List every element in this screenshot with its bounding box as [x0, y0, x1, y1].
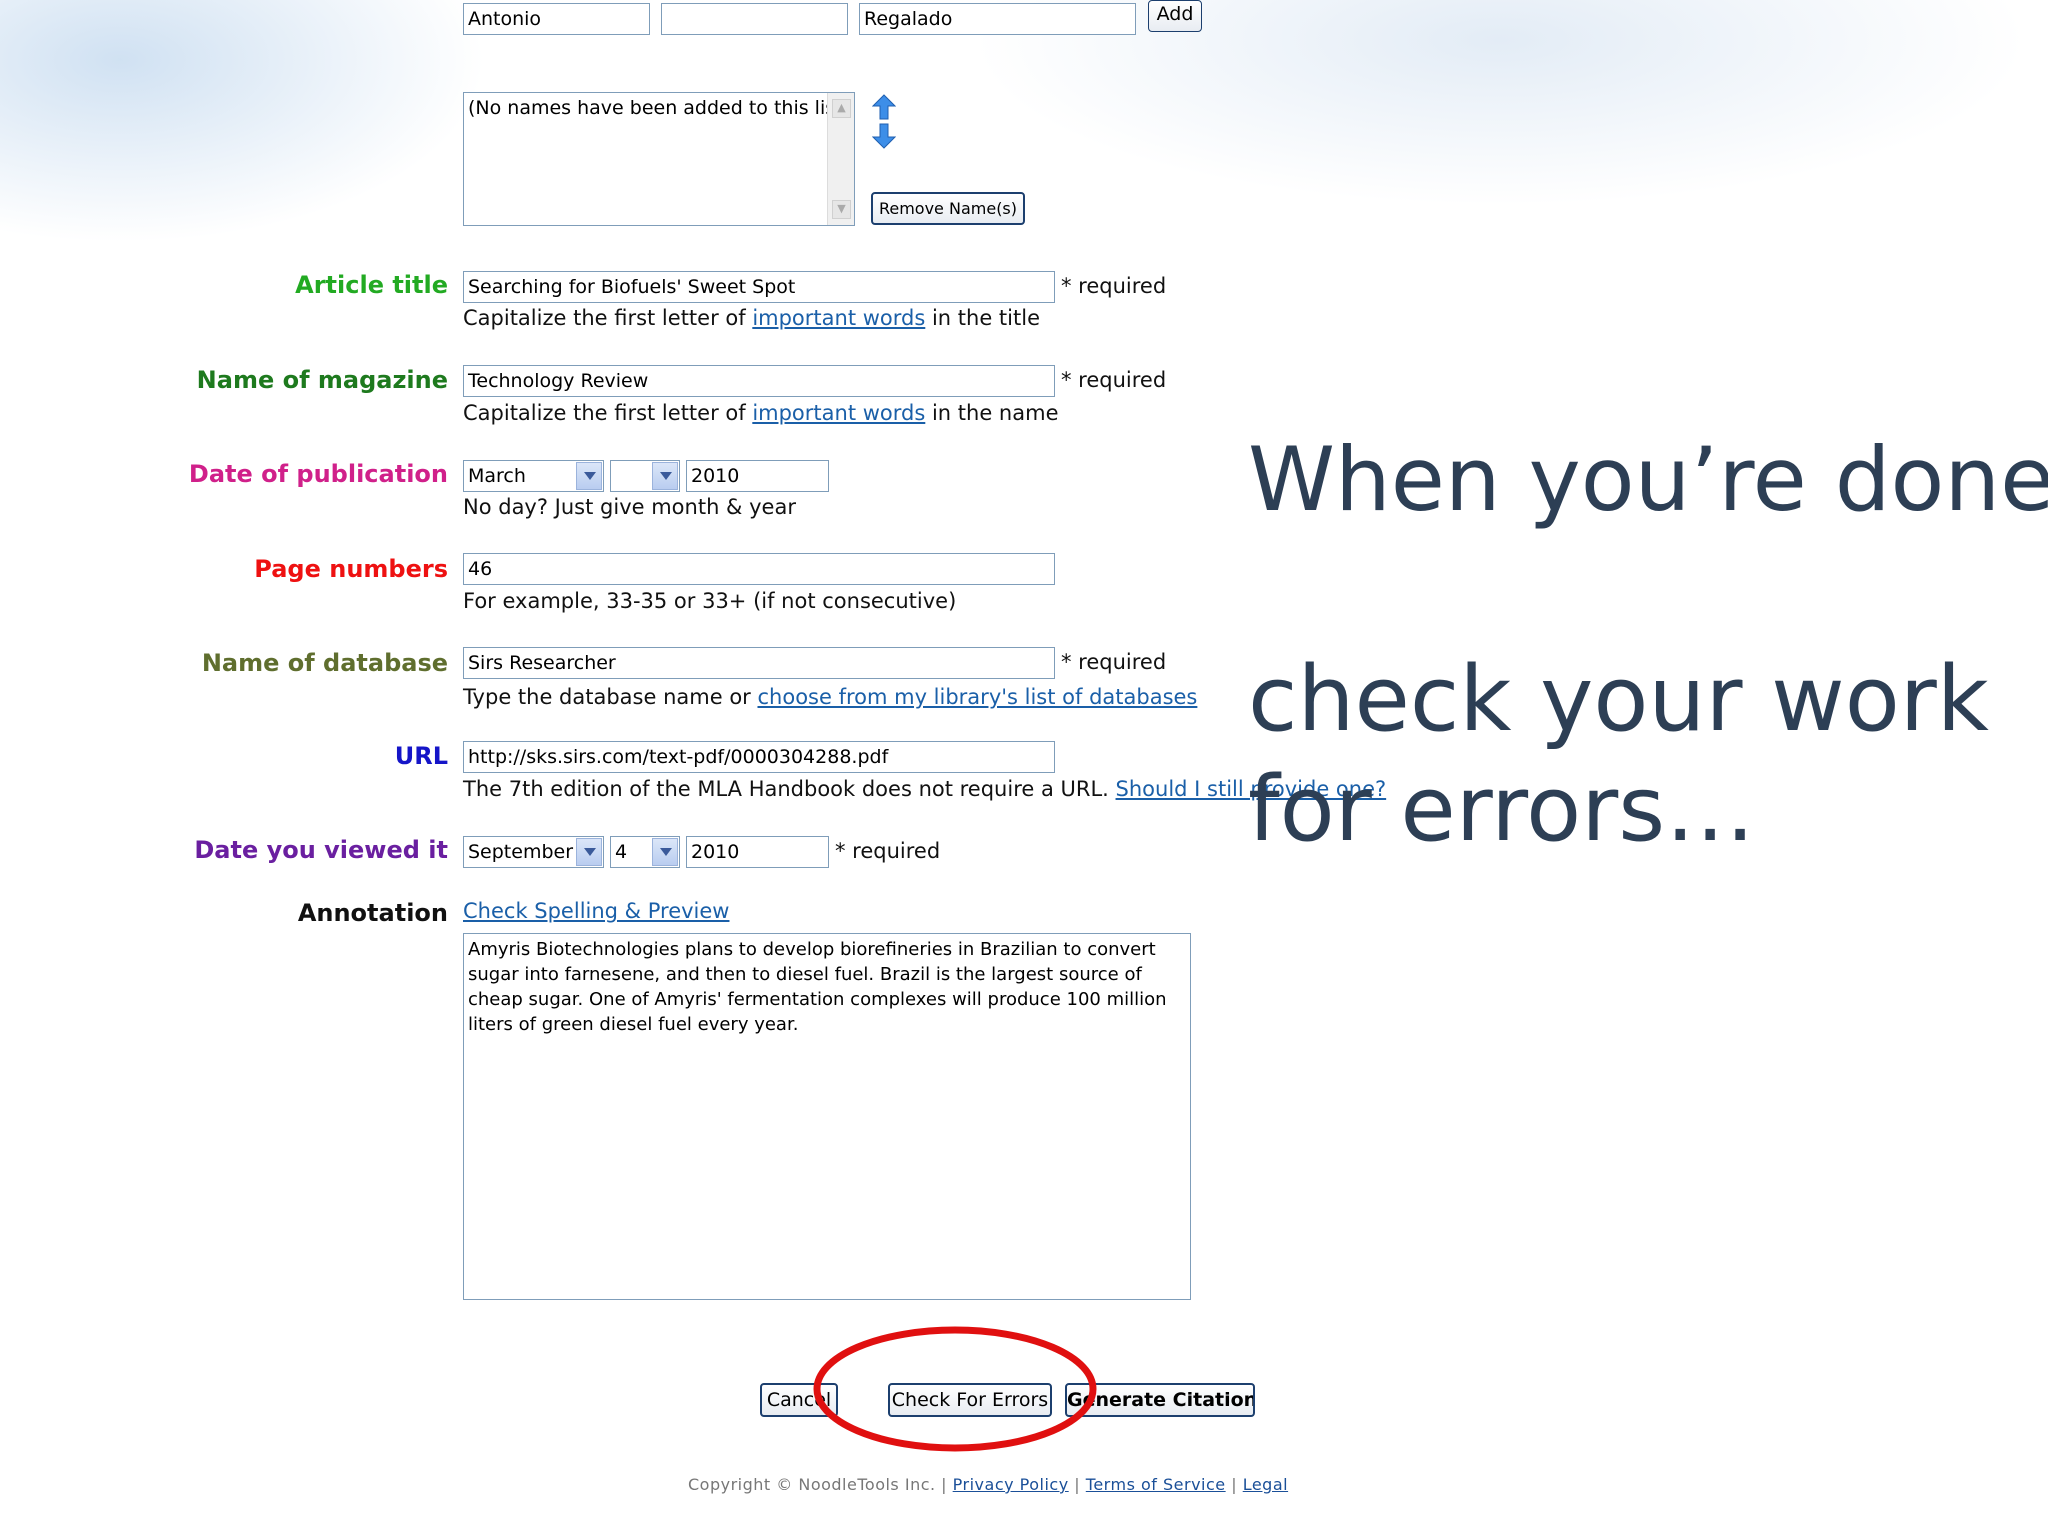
author-first-name-input[interactable]: Antonio — [463, 3, 650, 35]
article-title-hint: Capitalize the first letter of important… — [463, 306, 1040, 330]
add-author-button[interactable]: Add — [1148, 0, 1202, 32]
move-down-arrow-icon[interactable] — [872, 123, 896, 149]
magazine-required: * required — [1061, 368, 1167, 392]
footer: Copyright © NoodleTools Inc. | Privacy P… — [688, 1475, 1288, 1494]
magazine-label: Name of magazine — [196, 366, 448, 394]
magazine-hint: Capitalize the first letter of important… — [463, 401, 1059, 425]
database-required: * required — [1061, 650, 1167, 674]
viewed-date-required: * required — [835, 839, 941, 863]
move-up-arrow-icon[interactable] — [872, 94, 896, 120]
viewed-month-select[interactable]: September — [463, 836, 604, 868]
article-title-input[interactable]: Searching for Biofuels' Sweet Spot — [463, 271, 1055, 303]
slide-text-line1: When you’re done, — [1248, 428, 2048, 531]
database-input[interactable]: Sirs Researcher — [463, 647, 1055, 679]
footer-separator: | — [1231, 1475, 1238, 1494]
page-numbers-label: Page numbers — [254, 555, 448, 583]
footer-separator: | — [1074, 1475, 1081, 1494]
scroll-up-icon[interactable]: ▲ — [832, 99, 851, 118]
viewed-day-select[interactable]: 4 — [610, 836, 680, 868]
chevron-down-icon — [576, 838, 602, 866]
privacy-policy-link[interactable]: Privacy Policy — [953, 1475, 1069, 1494]
author-list-box[interactable]: (No names have been added to this list) … — [463, 92, 855, 226]
annotation-label: Annotation — [297, 899, 448, 927]
legal-link[interactable]: Legal — [1243, 1475, 1288, 1494]
annotation-textarea[interactable]: Amyris Biotechnologies plans to develop … — [463, 933, 1191, 1300]
important-words-link[interactable]: important words — [752, 306, 925, 330]
viewed-year-input[interactable]: 2010 — [686, 836, 829, 868]
page-numbers-input[interactable]: 46 — [463, 553, 1055, 585]
slide-text-line3: for errors… — [1248, 757, 1756, 862]
chevron-down-icon — [652, 838, 678, 866]
check-spelling-link[interactable]: Check Spelling & Preview — [463, 899, 729, 923]
viewed-date-label: Date you viewed it — [194, 836, 448, 864]
terms-of-service-link[interactable]: Terms of Service — [1086, 1475, 1226, 1494]
author-list-placeholder: (No names have been added to this list) — [468, 97, 850, 119]
slide-text-line2: check your work — [1248, 647, 1989, 752]
article-title-label: Article title — [295, 271, 448, 299]
pub-date-label: Date of publication — [188, 460, 448, 488]
author-last-name-input[interactable]: Regalado — [859, 3, 1136, 35]
pub-date-hint: No day? Just give month & year — [463, 495, 796, 519]
author-middle-name-input[interactable] — [661, 3, 848, 35]
url-input[interactable]: http://sks.sirs.com/text-pdf/0000304288.… — [463, 741, 1055, 773]
highlight-circle — [813, 1326, 1097, 1452]
chevron-down-icon — [576, 462, 602, 490]
scroll-down-icon[interactable]: ▼ — [832, 200, 851, 219]
database-list-link[interactable]: choose from my library's list of databas… — [757, 685, 1197, 709]
pub-month-select[interactable]: March — [463, 460, 604, 492]
chevron-down-icon — [652, 462, 678, 490]
important-words-link[interactable]: important words — [752, 401, 925, 425]
pub-year-input[interactable]: 2010 — [686, 460, 829, 492]
copyright-text: Copyright © NoodleTools Inc. | — [688, 1475, 948, 1494]
database-label: Name of database — [201, 649, 448, 677]
url-label: URL — [394, 742, 448, 770]
article-title-required: * required — [1061, 274, 1167, 298]
database-hint: Type the database name or choose from my… — [463, 685, 1198, 709]
author-list-scrollbar[interactable]: ▲ ▼ — [827, 93, 854, 225]
remove-names-button[interactable]: Remove Name(s) — [871, 192, 1025, 225]
page-numbers-hint: For example, 33-35 or 33+ (if not consec… — [463, 589, 957, 613]
pub-day-select[interactable] — [610, 460, 680, 492]
magazine-input[interactable]: Technology Review — [463, 365, 1055, 397]
